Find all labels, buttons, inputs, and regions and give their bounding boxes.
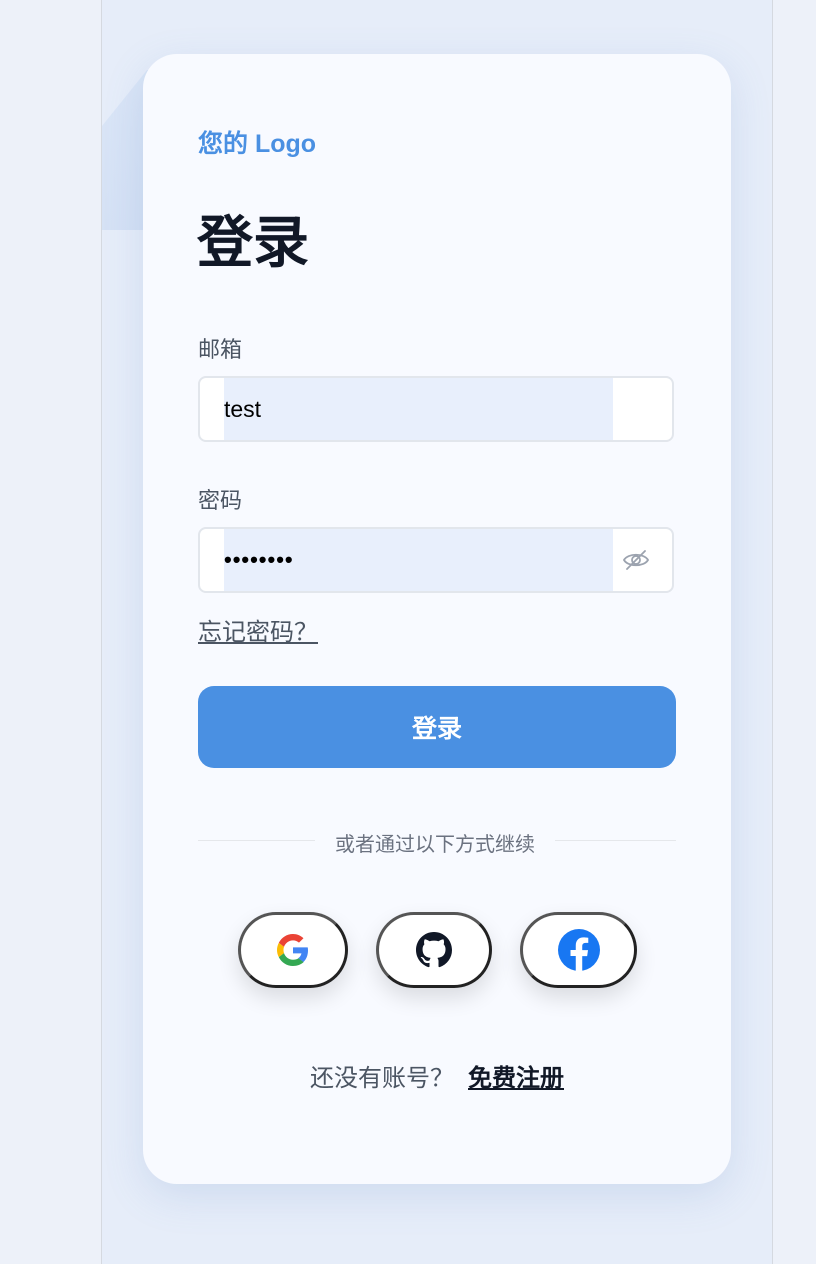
password-input[interactable]: ••••••••	[224, 529, 294, 591]
password-field[interactable]: ••••••••	[198, 527, 674, 593]
signup-prompt: 还没有账号？ 免费注册	[143, 1058, 731, 1093]
logo: 您的 Logo	[198, 130, 317, 158]
email-label: 邮箱	[198, 337, 243, 362]
login-button[interactable]: 登录	[198, 686, 676, 768]
signup-link[interactable]: 免费注册	[468, 1065, 564, 1092]
github-login-button[interactable]	[376, 912, 492, 988]
signup-prompt-text: 还没有账号？	[310, 1065, 454, 1092]
login-card: 您的 Logo 登录 邮箱 密码 •••••••• 忘记密码？ 登录 或者通过以…	[143, 54, 731, 1184]
facebook-login-button[interactable]	[520, 912, 637, 988]
divider-text: 或者通过以下方式继续	[315, 828, 555, 857]
email-input[interactable]	[224, 378, 613, 440]
eye-off-icon[interactable]	[622, 548, 650, 572]
password-label: 密码	[198, 488, 243, 513]
email-field[interactable]	[198, 376, 674, 442]
forgot-password-link[interactable]: 忘记密码？	[198, 612, 318, 647]
page-title: 登录	[197, 211, 309, 274]
google-login-button[interactable]	[238, 912, 348, 988]
